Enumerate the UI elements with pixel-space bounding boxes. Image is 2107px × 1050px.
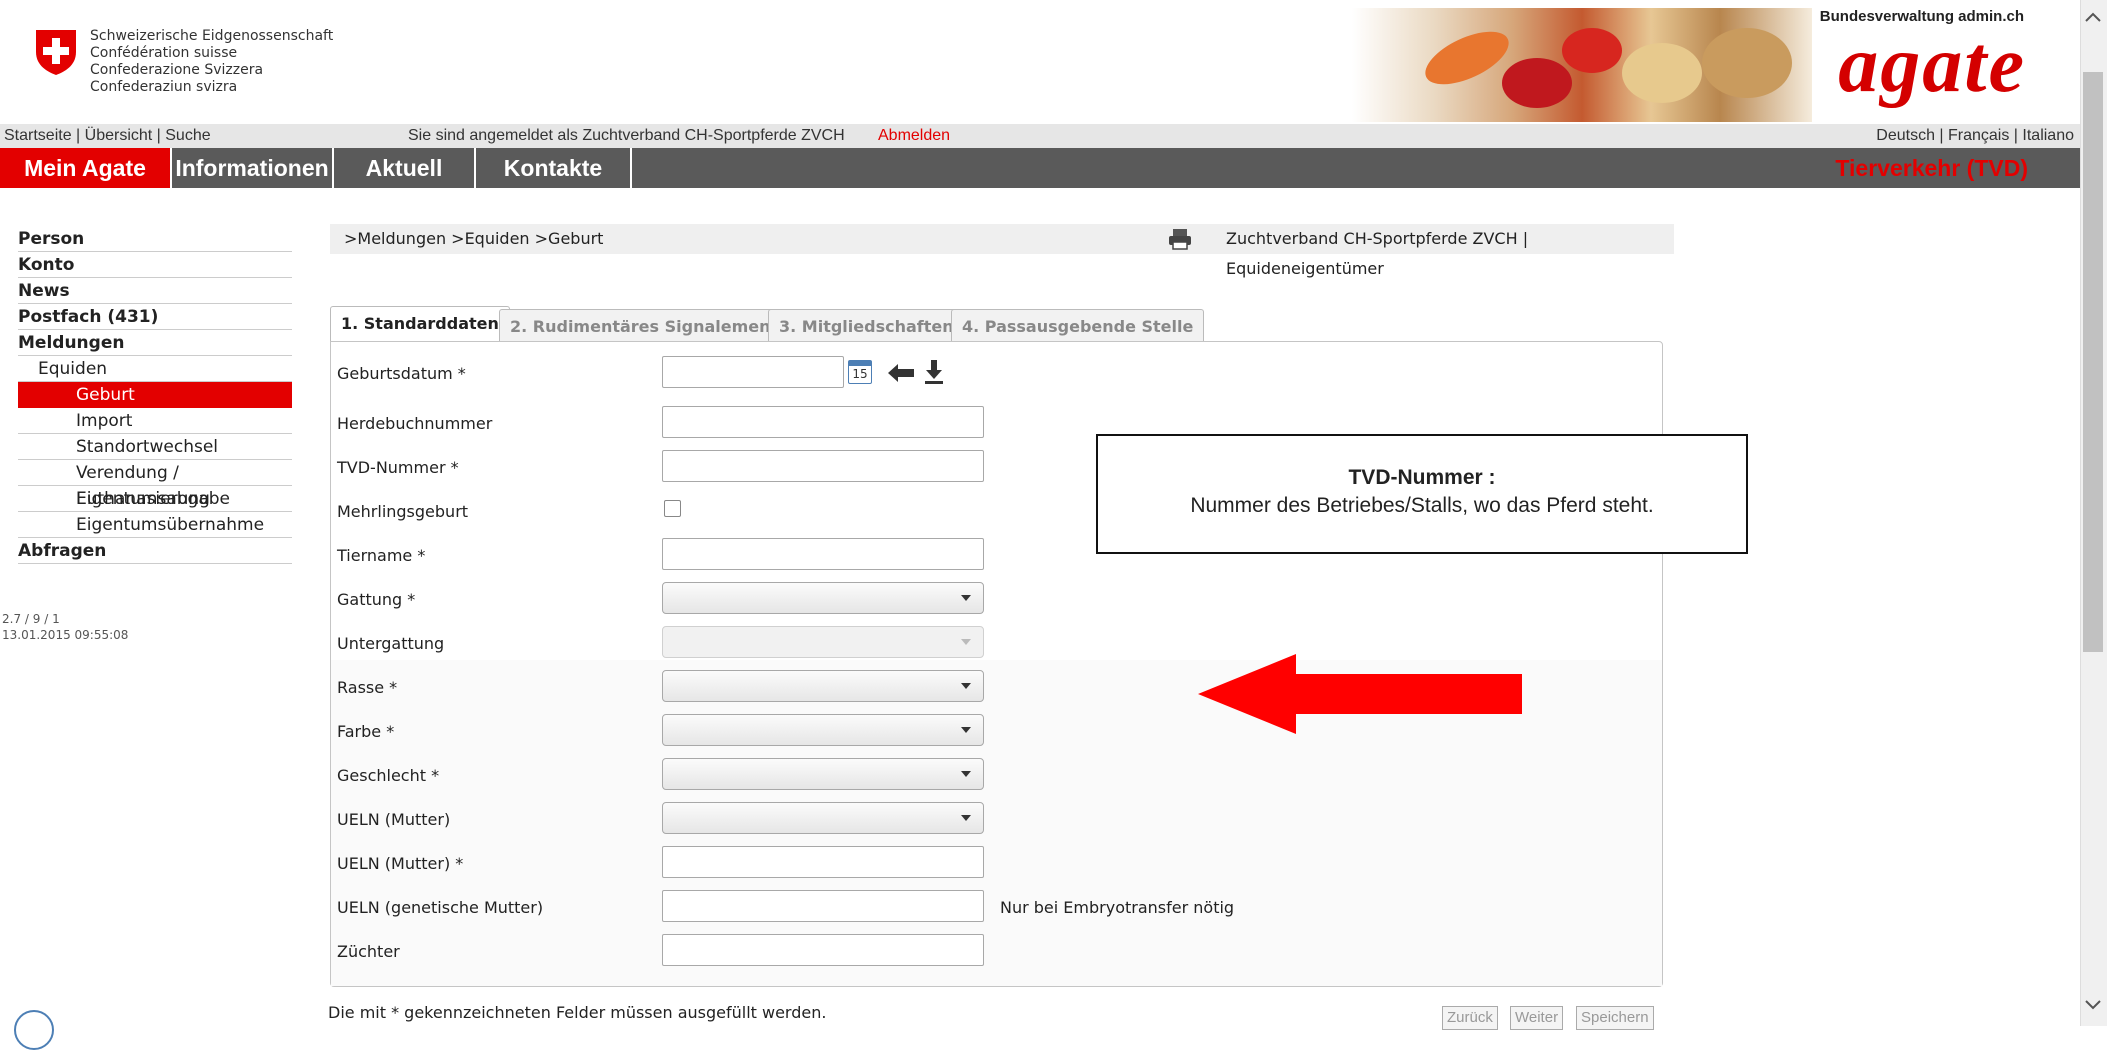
breadcrumb-organisation: Zuchtverband CH-Sportpferde ZVCH | Equid… [1226,229,1529,278]
top-link-bar: Startseite | Übersicht | Suche Sie sind … [0,124,2080,148]
sidebar-item-news[interactable]: News [18,278,292,304]
confederation-name-rm: Confederaziun svizra [90,79,238,95]
gattung-select[interactable] [662,582,984,614]
ueln-mutter-input[interactable] [662,846,984,878]
sidebar-item-equiden[interactable]: Equiden [18,356,292,382]
tvd-nummer-input[interactable] [662,450,984,482]
arrow-left-icon[interactable] [888,364,914,382]
breadcrumb-path[interactable]: >Meldungen >Equiden >Geburt [344,224,603,254]
label-geburtsdatum: Geburtsdatum * [337,364,466,383]
label-ueln-mutter-required: UELN (Mutter) * [337,854,464,873]
confederation-name-fr: Confédération suisse [90,45,238,61]
ueln-mutter-select[interactable] [662,802,984,834]
tiername-input[interactable] [662,538,984,570]
label-farbe: Farbe * [337,722,395,741]
sidebar-item-person[interactable]: Person [18,226,292,252]
calendar-icon[interactable]: 15 [848,360,872,384]
sidebar-item-verendung[interactable]: Verendung / Euthanasierung [18,460,292,509]
label-gattung: Gattung * [337,590,416,609]
nav-tab-mein-agate[interactable]: Mein Agate [0,148,172,188]
scrollbar-thumb[interactable] [2083,72,2103,652]
embryo-hint: Nur bei Embryotransfer nötig [1000,898,1235,917]
label-ueln-genetische-mutter: UELN (genetische Mutter) [337,898,544,917]
ueln-genetische-mutter-input[interactable] [662,890,984,922]
sidebar-item-standortwechsel[interactable]: Standortwechsel [18,434,292,460]
tvd-nummer-callout: TVD-Nummer : Nummer des Betriebes/Stalls… [1096,434,1748,554]
mehrlingsgeburt-checkbox[interactable] [664,500,681,517]
confederation-name-it: Confederazione Svizzera [90,62,264,78]
top-links[interactable]: Startseite | Übersicht | Suche [4,127,211,145]
help-circle-icon[interactable] [14,1010,54,1050]
label-mehrlingsgeburt: Mehrlingsgeburt [337,502,469,521]
tab-mitgliedschaften[interactable]: 3. Mitgliedschaften [768,309,965,342]
label-zuechter: Züchter [337,942,400,961]
untergattung-select[interactable] [662,626,984,658]
nav-tab-informationen[interactable]: Informationen [172,148,334,188]
label-tiername: Tiername * [337,546,426,565]
sidebar-item-import[interactable]: Import [18,408,292,434]
label-geschlecht: Geschlecht * [337,766,440,785]
swiss-coat-of-arms-icon [36,30,76,75]
callout-text: Nummer des Betriebes/Stalls, wo das Pfer… [1190,494,1654,517]
required-fields-note: Die mit * gekennzeichneten Felder müssen… [328,1003,827,1022]
login-status-text: Sie sind angemeldet als Zuchtverband CH-… [408,127,845,144]
agate-logo[interactable]: agate [1838,20,2026,111]
version-timestamp: 13.01.2015 09:55:08 [2,628,129,642]
chevron-down-icon [961,771,971,777]
chevron-down-icon [961,727,971,733]
download-icon[interactable] [924,360,944,384]
print-icon[interactable] [1168,228,1192,250]
zuechter-input[interactable] [662,934,984,966]
label-herdebuchnummer: Herdebuchnummer [337,414,493,433]
tab-standarddaten[interactable]: 1. Standarddaten [330,306,510,342]
sidebar-item-konto[interactable]: Konto [18,252,292,278]
tab-signalement[interactable]: 2. Rudimentäres Signalement [499,309,790,342]
confederation-name-de: Schweizerische Eidgenossenschaft [90,28,334,44]
sidebar-item-meldungen[interactable]: Meldungen [18,330,292,356]
sidebar-item-eigentumsabgabe[interactable]: Eigentumsabgabe [18,486,292,512]
label-rasse: Rasse * [337,678,398,697]
geburtsdatum-input[interactable] [662,356,844,388]
language-switcher[interactable]: Deutsch | Français | Italiano [1876,127,2074,145]
callout-title: TVD-Nummer : [1348,466,1496,489]
farbe-select[interactable] [662,714,984,746]
sidebar-item-eigentumsuebernahme[interactable]: Eigentumsübernahme [18,512,292,538]
chevron-down-icon [961,639,971,645]
chevron-down-icon [961,595,971,601]
calendar-day: 15 [852,367,868,381]
sidebar-item-geburt[interactable]: Geburt [18,382,292,408]
label-tvd-nummer: TVD-Nummer * [337,458,459,477]
chevron-down-icon [961,683,971,689]
sidebar-item-postfach[interactable]: Postfach (431) [18,304,292,330]
chevron-down-icon [961,815,971,821]
breadcrumb: >Meldungen >Equiden >Geburt Zuchtverband… [330,224,1674,278]
tab-passausgebende-stelle[interactable]: 4. Passausgebende Stelle [951,309,1205,342]
nav-tab-kontakte[interactable]: Kontakte [476,148,632,188]
site-header: Schweizerische Eidgenossenschaft Confédé… [0,0,2080,122]
header-food-banner [1352,8,1812,122]
rasse-select[interactable] [662,670,984,702]
red-arrow-left-icon [1198,654,1522,734]
scroll-down-icon[interactable] [2085,1000,2101,1010]
label-ueln-mutter: UELN (Mutter) [337,810,451,829]
back-button[interactable]: Zurück [1442,1006,1498,1030]
geschlecht-select[interactable] [662,758,984,790]
next-button[interactable]: Weiter [1510,1006,1564,1030]
logout-link[interactable]: Abmelden [878,127,950,145]
scroll-up-icon[interactable] [2085,12,2101,22]
nav-tab-aktuell[interactable]: Aktuell [334,148,476,188]
label-untergattung: Untergattung [337,634,445,653]
sidebar-item-abfragen[interactable]: Abfragen [18,538,292,564]
herdebuchnummer-input[interactable] [662,406,984,438]
save-button[interactable]: Speichern [1576,1006,1654,1030]
main-nav: Mein Agate Informationen Aktuell Kontakt… [0,148,2080,188]
version-info: 2.7 / 9 / 1 [2,612,60,626]
section-title: Tierverkehr (TVD) [1835,155,2028,181]
